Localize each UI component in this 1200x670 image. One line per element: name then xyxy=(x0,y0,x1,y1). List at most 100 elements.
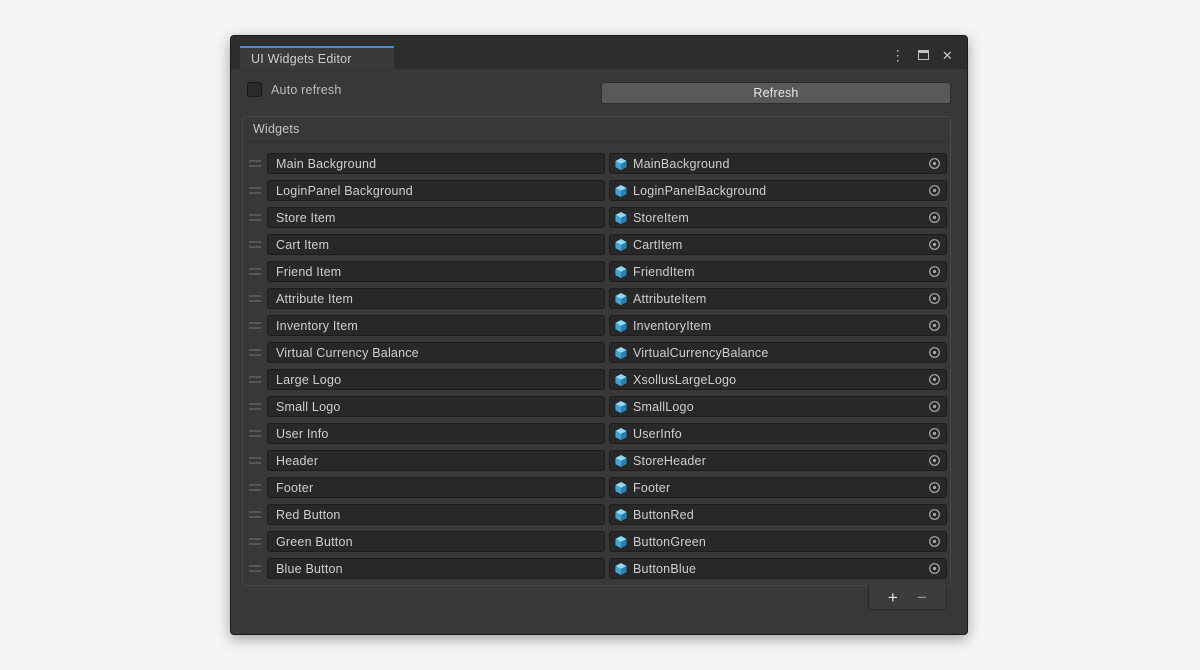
drag-handle-icon[interactable] xyxy=(243,457,267,464)
widget-name-input[interactable] xyxy=(267,234,605,255)
widget-name-input[interactable] xyxy=(267,396,605,417)
drag-handle-icon[interactable] xyxy=(243,376,267,383)
object-picker-icon[interactable] xyxy=(926,157,941,170)
widget-name-input[interactable] xyxy=(267,504,605,525)
maximize-icon[interactable] xyxy=(918,50,929,60)
object-picker-icon[interactable] xyxy=(926,535,941,548)
prefab-cube-icon xyxy=(614,562,628,576)
widgets-rows: MainBackground LoginPanelBackground xyxy=(243,142,950,579)
prefab-cube-icon xyxy=(614,400,628,414)
drag-handle-icon[interactable] xyxy=(243,484,267,491)
object-picker-icon[interactable] xyxy=(926,400,941,413)
tab-ui-widgets-editor[interactable]: UI Widgets Editor xyxy=(240,46,394,69)
widget-name-input[interactable] xyxy=(267,315,605,336)
prefab-name: SmallLogo xyxy=(633,400,926,414)
drag-handle-icon[interactable] xyxy=(243,403,267,410)
widget-name-input[interactable] xyxy=(267,423,605,444)
prefab-cube-icon xyxy=(614,265,628,279)
drag-handle-icon[interactable] xyxy=(243,538,267,545)
add-button[interactable]: + xyxy=(888,589,898,606)
widget-row: FriendItem xyxy=(243,261,950,282)
drag-handle-icon[interactable] xyxy=(243,322,267,329)
object-picker-icon[interactable] xyxy=(926,211,941,224)
prefab-name: InventoryItem xyxy=(633,319,926,333)
prefab-object-field[interactable]: ButtonBlue xyxy=(609,558,947,579)
drag-handle-icon[interactable] xyxy=(243,430,267,437)
widget-name-input[interactable] xyxy=(267,207,605,228)
prefab-object-field[interactable]: StoreItem xyxy=(609,207,947,228)
object-picker-icon[interactable] xyxy=(926,346,941,359)
prefab-object-field[interactable]: UserInfo xyxy=(609,423,947,444)
widget-name-input[interactable] xyxy=(267,261,605,282)
object-picker-icon[interactable] xyxy=(926,454,941,467)
refresh-button[interactable]: Refresh xyxy=(601,82,951,104)
object-picker-icon[interactable] xyxy=(926,319,941,332)
drag-handle-icon[interactable] xyxy=(243,160,267,167)
tab-title: UI Widgets Editor xyxy=(251,52,352,66)
drag-handle-icon[interactable] xyxy=(243,268,267,275)
widget-name-input[interactable] xyxy=(267,288,605,309)
drag-handle-icon[interactable] xyxy=(243,214,267,221)
prefab-object-field[interactable]: StoreHeader xyxy=(609,450,947,471)
widget-name-input[interactable] xyxy=(267,153,605,174)
prefab-object-field[interactable]: LoginPanelBackground xyxy=(609,180,947,201)
widget-row: VirtualCurrencyBalance xyxy=(243,342,950,363)
toolbar: Auto refresh Refresh xyxy=(231,69,967,109)
prefab-name: UserInfo xyxy=(633,427,926,441)
object-picker-icon[interactable] xyxy=(926,481,941,494)
prefab-object-field[interactable]: Footer xyxy=(609,477,947,498)
tab-strip: UI Widgets Editor ⋮ ✕ xyxy=(231,36,967,69)
prefab-cube-icon xyxy=(614,319,628,333)
widget-name-input[interactable] xyxy=(267,450,605,471)
prefab-cube-icon xyxy=(614,454,628,468)
object-picker-icon[interactable] xyxy=(926,373,941,386)
object-picker-icon[interactable] xyxy=(926,427,941,440)
kebab-menu-icon[interactable]: ⋮ xyxy=(891,48,905,62)
prefab-object-field[interactable]: CartItem xyxy=(609,234,947,255)
auto-refresh-checkbox[interactable] xyxy=(247,82,262,97)
prefab-cube-icon xyxy=(614,508,628,522)
prefab-object-field[interactable]: AttributeItem xyxy=(609,288,947,309)
object-picker-icon[interactable] xyxy=(926,265,941,278)
prefab-object-field[interactable]: ButtonRed xyxy=(609,504,947,525)
prefab-cube-icon xyxy=(614,427,628,441)
prefab-name: LoginPanelBackground xyxy=(633,184,926,198)
prefab-name: ButtonGreen xyxy=(633,535,926,549)
widget-name-input[interactable] xyxy=(267,531,605,552)
drag-handle-icon[interactable] xyxy=(243,187,267,194)
prefab-object-field[interactable]: InventoryItem xyxy=(609,315,947,336)
prefab-object-field[interactable]: FriendItem xyxy=(609,261,947,282)
prefab-cube-icon xyxy=(614,292,628,306)
widget-row: LoginPanelBackground xyxy=(243,180,950,201)
drag-handle-icon[interactable] xyxy=(243,565,267,572)
close-icon[interactable]: ✕ xyxy=(942,49,953,62)
widget-name-input[interactable] xyxy=(267,558,605,579)
ui-widgets-editor-window: UI Widgets Editor ⋮ ✕ Auto refresh Refre… xyxy=(230,35,968,635)
prefab-object-field[interactable]: VirtualCurrencyBalance xyxy=(609,342,947,363)
auto-refresh-label: Auto refresh xyxy=(271,83,342,97)
object-picker-icon[interactable] xyxy=(926,238,941,251)
widget-row: ButtonBlue xyxy=(243,558,950,579)
object-picker-icon[interactable] xyxy=(926,292,941,305)
object-picker-icon[interactable] xyxy=(926,184,941,197)
drag-handle-icon[interactable] xyxy=(243,349,267,356)
widget-name-input[interactable] xyxy=(267,342,605,363)
remove-button[interactable]: − xyxy=(917,589,927,606)
widget-name-input[interactable] xyxy=(267,477,605,498)
prefab-name: VirtualCurrencyBalance xyxy=(633,346,926,360)
object-picker-icon[interactable] xyxy=(926,562,941,575)
window-controls: ⋮ ✕ xyxy=(891,44,953,66)
prefab-object-field[interactable]: XsollusLargeLogo xyxy=(609,369,947,390)
widget-name-input[interactable] xyxy=(267,180,605,201)
drag-handle-icon[interactable] xyxy=(243,241,267,248)
list-footer: + − xyxy=(868,585,947,610)
prefab-object-field[interactable]: MainBackground xyxy=(609,153,947,174)
prefab-object-field[interactable]: SmallLogo xyxy=(609,396,947,417)
object-picker-icon[interactable] xyxy=(926,508,941,521)
widget-name-input[interactable] xyxy=(267,369,605,390)
drag-handle-icon[interactable] xyxy=(243,295,267,302)
widget-row: CartItem xyxy=(243,234,950,255)
prefab-object-field[interactable]: ButtonGreen xyxy=(609,531,947,552)
drag-handle-icon[interactable] xyxy=(243,511,267,518)
prefab-cube-icon xyxy=(614,535,628,549)
